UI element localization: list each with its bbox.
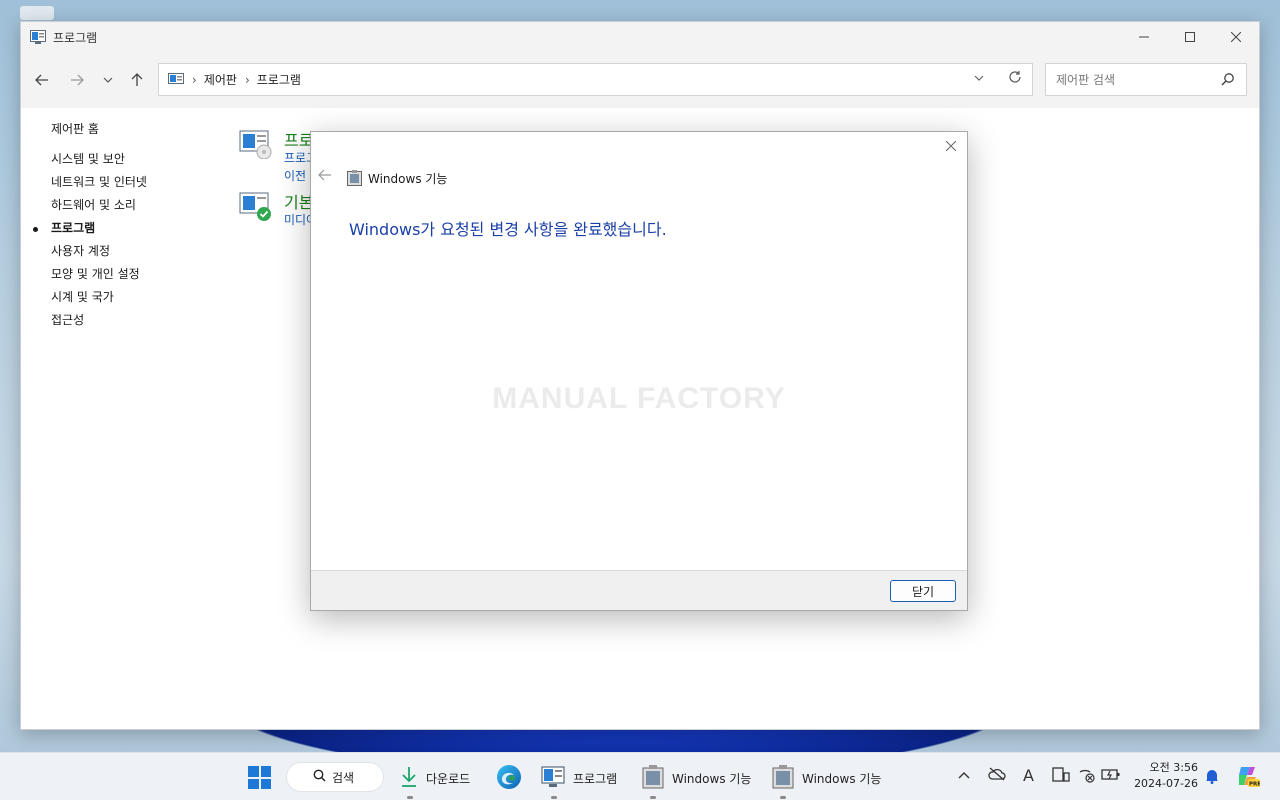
search-icon[interactable] bbox=[1221, 72, 1235, 89]
running-indicator bbox=[407, 796, 413, 799]
watermark: MANUAL FACTORY bbox=[492, 382, 786, 415]
taskbar-app-label: 프로그램 bbox=[573, 771, 618, 786]
dialog-title: Windows 기능 bbox=[368, 172, 448, 186]
taskbar-app-edge[interactable] bbox=[496, 763, 522, 793]
completion-message: Windows가 요청된 변경 사항을 완료했습니다. bbox=[349, 220, 667, 239]
breadcrumb-programs[interactable]: 프로그램 bbox=[257, 71, 301, 88]
dialog-close-button[interactable]: 닫기 bbox=[890, 580, 956, 602]
device-icon[interactable] bbox=[1052, 767, 1070, 787]
sidebar: 제어판 홈 시스템 및 보안 네트워크 및 인터넷 하드웨어 및 소리 프로그램… bbox=[33, 120, 147, 335]
taskbar-app-windows-features[interactable]: Windows 기능 bbox=[772, 763, 882, 799]
search-icon bbox=[313, 769, 326, 785]
default-programs-icon[interactable] bbox=[239, 191, 273, 221]
windows-logo-pane bbox=[248, 766, 259, 777]
download-icon bbox=[400, 766, 418, 791]
start-button[interactable] bbox=[248, 766, 271, 789]
running-indicator bbox=[780, 796, 786, 799]
chevron-up-icon[interactable] bbox=[958, 767, 970, 783]
running-indicator bbox=[551, 796, 557, 799]
taskbar-app-label: Windows 기능 bbox=[802, 771, 882, 786]
windows-features-icon bbox=[642, 764, 664, 792]
taskbar-app-windows-features[interactable]: Windows 기능 bbox=[642, 763, 752, 799]
ime-indicator[interactable]: A bbox=[1023, 766, 1034, 785]
windows-logo-pane bbox=[260, 766, 271, 777]
category-link[interactable]: 이전 bbox=[284, 167, 306, 184]
taskbar-search[interactable]: 검색 bbox=[286, 762, 384, 792]
dialog-back-arrow-icon[interactable] bbox=[318, 169, 332, 185]
recent-locations-chevron-icon[interactable] bbox=[97, 69, 119, 91]
address-dropdown-chevron-icon[interactable] bbox=[974, 73, 984, 84]
taskbar-app-downloads[interactable]: 다운로드 bbox=[400, 763, 471, 799]
taskbar: 검색 다운로드 프로그램 Windows 기능 Windows 기능 A 오전 … bbox=[0, 752, 1280, 800]
sidebar-item-hardware-sound[interactable]: 하드웨어 및 소리 bbox=[51, 197, 147, 220]
windows-logo-pane bbox=[260, 778, 271, 789]
maximize-button[interactable] bbox=[1167, 22, 1213, 52]
breadcrumb-separator: › bbox=[192, 72, 197, 87]
clock-time: 오전 3:56 bbox=[1149, 761, 1198, 774]
clock-date: 2024-07-26 bbox=[1134, 777, 1198, 790]
window-title: 프로그램 bbox=[53, 30, 98, 45]
sidebar-item-user-accounts[interactable]: 사용자 계정 bbox=[51, 243, 147, 266]
programs-features-icon[interactable] bbox=[239, 129, 273, 160]
taskbar-app-label: 다운로드 bbox=[426, 771, 471, 786]
forward-arrow-icon[interactable] bbox=[66, 69, 88, 91]
search-input[interactable] bbox=[1056, 72, 1216, 87]
address-bar[interactable]: › 제어판 › 프로그램 bbox=[158, 63, 1033, 96]
svg-text:PRE: PRE bbox=[1249, 782, 1260, 788]
windows-features-dialog: Windows 기능 Windows가 요청된 변경 사항을 완료했습니다. M… bbox=[310, 131, 968, 611]
minimize-button[interactable] bbox=[1121, 22, 1167, 52]
dialog-footer: 닫기 bbox=[311, 570, 967, 610]
running-indicator bbox=[650, 796, 656, 799]
battery-icon[interactable] bbox=[1101, 767, 1121, 785]
sidebar-item-programs[interactable]: 프로그램 bbox=[33, 220, 147, 243]
windows-features-icon bbox=[772, 764, 794, 792]
windows-logo-pane bbox=[248, 778, 259, 789]
edge-icon bbox=[496, 764, 522, 793]
control-panel-icon bbox=[541, 765, 565, 791]
breadcrumb-control-panel[interactable]: 제어판 bbox=[204, 71, 237, 88]
taskbar-clock[interactable]: 오전 3:56 2024-07-26 bbox=[1130, 760, 1198, 792]
dialog-close-icon[interactable] bbox=[943, 139, 959, 155]
onedrive-icon[interactable] bbox=[988, 767, 1006, 785]
refresh-icon[interactable] bbox=[1008, 70, 1022, 88]
notification-bell-icon[interactable] bbox=[1205, 768, 1219, 788]
control-panel-icon bbox=[168, 73, 184, 86]
taskbar-app-label: Windows 기능 bbox=[672, 771, 752, 786]
taskbar-app-control-panel[interactable]: 프로그램 bbox=[541, 763, 618, 799]
sidebar-item-clock-region[interactable]: 시계 및 국가 bbox=[51, 289, 147, 312]
copilot-icon[interactable]: PRE bbox=[1236, 764, 1261, 792]
sidebar-item-accessibility[interactable]: 접근성 bbox=[51, 312, 147, 335]
sidebar-item-network-internet[interactable]: 네트워크 및 인터넷 bbox=[51, 174, 147, 197]
control-panel-icon bbox=[30, 30, 46, 44]
title-bar[interactable]: 프로그램 bbox=[21, 22, 1259, 52]
search-box[interactable] bbox=[1045, 63, 1247, 96]
sidebar-item-system-security[interactable]: 시스템 및 보안 bbox=[51, 151, 147, 174]
navigation-bar: › 제어판 › 프로그램 bbox=[21, 52, 1259, 108]
sidebar-item-appearance[interactable]: 모양 및 개인 설정 bbox=[51, 266, 147, 289]
breadcrumb-separator: › bbox=[244, 72, 250, 87]
desktop-icon[interactable] bbox=[20, 6, 54, 20]
up-arrow-icon[interactable] bbox=[126, 69, 148, 91]
sidebar-home-link[interactable]: 제어판 홈 bbox=[51, 120, 147, 137]
windows-features-icon bbox=[347, 170, 362, 186]
back-arrow-icon[interactable] bbox=[31, 69, 53, 91]
network-icon[interactable] bbox=[1078, 767, 1096, 787]
taskbar-search-label: 검색 bbox=[332, 770, 355, 785]
close-button[interactable] bbox=[1213, 22, 1259, 52]
